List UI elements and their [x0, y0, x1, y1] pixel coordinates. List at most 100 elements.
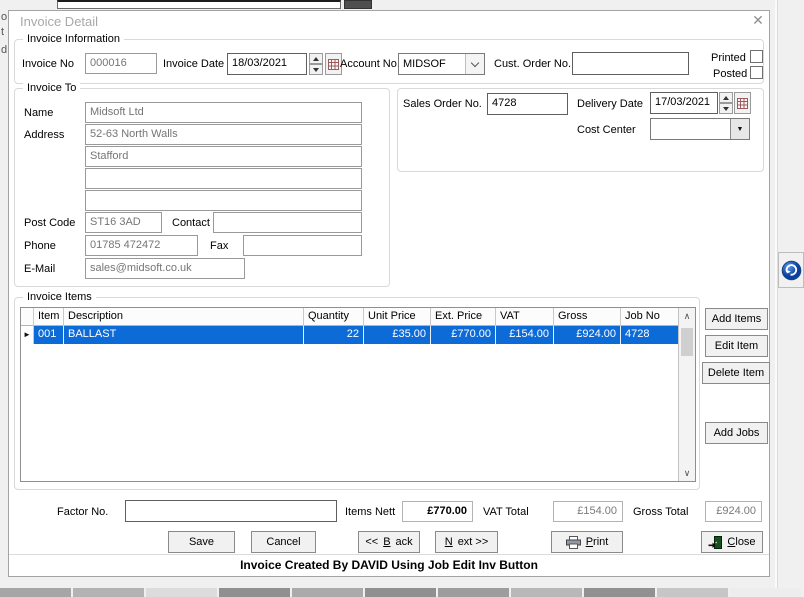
- address-line-1-field[interactable]: 52-63 North Walls: [85, 124, 362, 145]
- posted-checkbox[interactable]: [750, 66, 763, 79]
- cust-order-no-label: Cust. Order No.: [494, 58, 572, 70]
- cost-center-label: Cost Center: [577, 124, 636, 136]
- account-no-combo[interactable]: MIDSOF: [398, 53, 485, 75]
- sales-order-no-field[interactable]: 4728: [487, 93, 568, 115]
- table-row[interactable]: ► 001 BALLAST 22 £35.00 £770.00 £154.00 …: [21, 326, 695, 344]
- save-button[interactable]: Save: [168, 531, 235, 553]
- screen: o t d Invoice Detail ✕ Invoice Informati…: [0, 0, 804, 597]
- close-button[interactable]: Close: [701, 531, 763, 553]
- combo-dropdown-button[interactable]: [465, 54, 484, 74]
- column-header: Item: [34, 308, 64, 326]
- delivery-date-spinner: [719, 92, 733, 114]
- cust-order-no-field[interactable]: [572, 52, 689, 75]
- edit-item-button[interactable]: Edit Item: [705, 335, 768, 357]
- add-jobs-button[interactable]: Add Jobs: [705, 422, 768, 444]
- job-no-cell: 4728: [621, 326, 680, 344]
- background-button-fragment: [73, 588, 144, 597]
- cancel-button[interactable]: Cancel: [251, 531, 316, 553]
- spin-down-button[interactable]: [309, 64, 323, 75]
- background-button-fragment: [657, 588, 728, 597]
- delete-item-button[interactable]: Delete Item: [702, 362, 770, 384]
- name-field[interactable]: Midsoft Ltd: [85, 102, 362, 123]
- gross-total-label: Gross Total: [633, 506, 689, 518]
- description-cell: BALLAST: [64, 326, 304, 344]
- combo-value: [651, 119, 659, 139]
- scroll-down-icon[interactable]: ∨: [679, 465, 695, 481]
- button-label: Close: [727, 536, 756, 548]
- delivery-date-field[interactable]: 17/03/2021: [650, 92, 718, 114]
- background-clipped-letter: d: [1, 44, 8, 56]
- invoice-date-label: Invoice Date: [163, 58, 225, 70]
- down-arrow-icon: [313, 67, 319, 72]
- spin-down-button[interactable]: [719, 103, 733, 114]
- column-header: Quantity: [304, 308, 364, 326]
- group-title: Invoice Items: [23, 291, 96, 303]
- column-header: Unit Price: [364, 308, 431, 326]
- fax-field[interactable]: [243, 235, 362, 256]
- name-label: Name: [24, 107, 54, 119]
- contact-field[interactable]: [213, 212, 362, 233]
- column-header: Description: [64, 308, 304, 326]
- gross-cell: £924.00: [554, 326, 621, 344]
- address-label: Address: [24, 129, 65, 141]
- account-no-label: Account No.: [340, 58, 400, 70]
- print-button[interactable]: Print: [551, 531, 623, 553]
- scroll-up-icon[interactable]: ∧: [679, 308, 695, 324]
- ext-price-cell: £770.00: [431, 326, 496, 344]
- row-selector-icon: ►: [21, 326, 34, 344]
- post-code-label: Post Code: [24, 217, 76, 229]
- button-label: Print: [585, 536, 609, 548]
- up-arrow-icon: [313, 56, 319, 61]
- next-button[interactable]: Next >>: [435, 531, 498, 553]
- factor-no-field[interactable]: [125, 500, 337, 522]
- exit-door-icon: [708, 535, 723, 549]
- background-button-fragment: [730, 588, 801, 597]
- column-header: Ext. Price: [431, 308, 496, 326]
- column-header: VAT: [496, 308, 554, 326]
- post-code-field[interactable]: ST16 3AD: [85, 212, 162, 233]
- group-title: Invoice To: [23, 82, 81, 94]
- background-textbox-fragment: [57, 0, 341, 9]
- close-icon[interactable]: ✕: [750, 12, 766, 28]
- background-button-fragment: [292, 588, 363, 597]
- up-arrow-icon: [723, 95, 729, 100]
- vat-total-value: £154.00: [553, 501, 623, 522]
- spin-up-button[interactable]: [719, 92, 733, 103]
- grid-scrollbar[interactable]: ∧ ∨: [678, 308, 695, 481]
- combo-dropdown-button[interactable]: ▼: [730, 119, 749, 139]
- down-arrow-icon: [723, 106, 729, 111]
- fax-label: Fax: [210, 240, 229, 252]
- phone-field[interactable]: 01785 472472: [85, 235, 198, 256]
- gross-total-value: £924.00: [705, 501, 762, 522]
- cost-center-combo[interactable]: ▼: [650, 118, 750, 140]
- printer-icon: [565, 535, 581, 549]
- address-line-4-field[interactable]: [85, 190, 362, 211]
- invoice-no-field[interactable]: 000016: [85, 53, 157, 74]
- background-button-fragment: [365, 588, 436, 597]
- dialog-title: Invoice Detail: [20, 14, 99, 29]
- invoice-date-spinner: [309, 53, 323, 75]
- grid-header-row: Item Description Quantity Unit Price Ext…: [21, 308, 695, 326]
- add-items-button[interactable]: Add Items: [705, 308, 768, 330]
- scrollbar-thumb[interactable]: [681, 328, 693, 356]
- background-button-fragment: [511, 588, 582, 597]
- invoice-date-field[interactable]: 18/03/2021: [227, 53, 307, 75]
- delivery-date-label: Delivery Date: [577, 98, 644, 110]
- refresh-button[interactable]: [778, 252, 804, 288]
- printed-checkbox[interactable]: [750, 50, 763, 63]
- delivery-date-calendar-button[interactable]: [734, 92, 751, 114]
- dropdown-arrow-icon: ▼: [736, 125, 744, 133]
- address-line-3-field[interactable]: [85, 168, 362, 189]
- background-button-fragment: [584, 588, 655, 597]
- invoice-items-grid: Item Description Quantity Unit Price Ext…: [20, 307, 696, 482]
- email-field[interactable]: sales@midsoft.co.uk: [85, 258, 245, 279]
- back-button[interactable]: << Back: [358, 531, 420, 553]
- vat-cell: £154.00: [496, 326, 554, 344]
- phone-label: Phone: [24, 240, 56, 252]
- spin-up-button[interactable]: [309, 53, 323, 64]
- items-nett-label: Items Nett: [345, 506, 396, 518]
- combo-value: MIDSOF: [403, 58, 446, 70]
- background-button-fragment: [438, 588, 509, 597]
- address-line-2-field[interactable]: Stafford: [85, 146, 362, 167]
- unit-price-cell: £35.00: [364, 326, 431, 344]
